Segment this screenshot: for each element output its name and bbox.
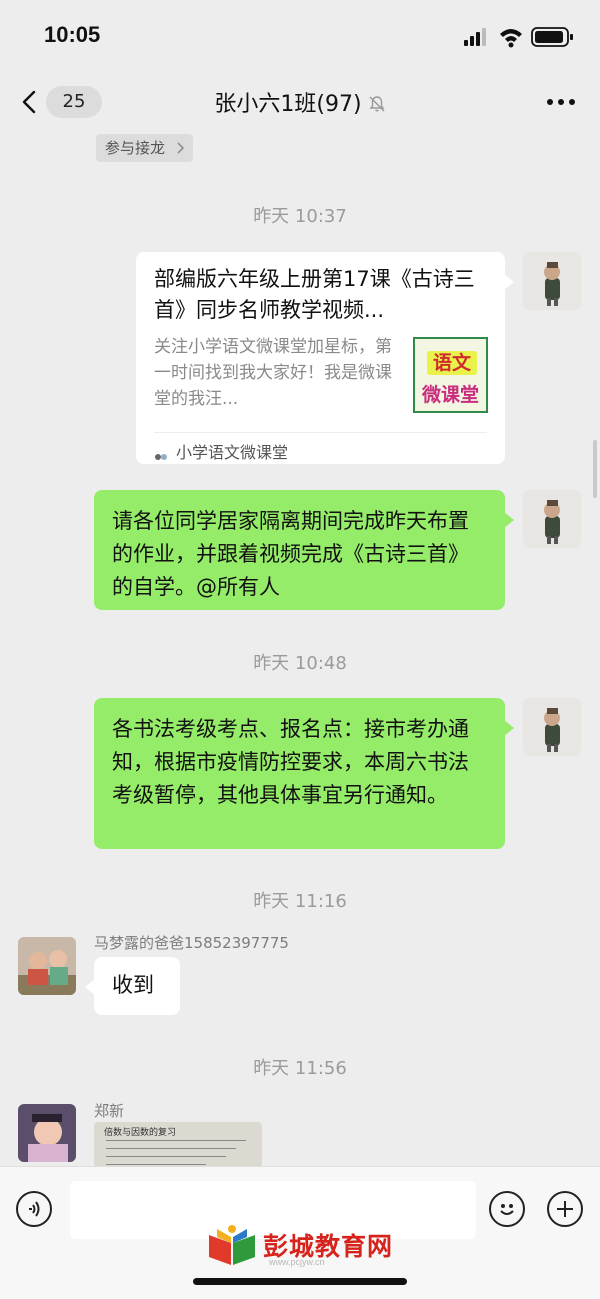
chevron-left-icon [22,90,36,114]
wifi-icon [500,29,522,48]
message-bubble[interactable]: 请各位同学居家隔离期间完成昨天布置的作业，并跟着视频完成《古诗三首》的自学。@所… [94,490,514,610]
status-time: 10:05 [44,22,101,47]
unread-count-badge: 25 [46,86,102,118]
home-indicator[interactable] [193,1278,407,1285]
battery-icon [531,27,573,47]
status-icons [464,26,574,48]
message-bubble[interactable]: 各书法考级考点、报名点：接市考办通知，根据市疫情防控要求，本周六书法考级暂停，其… [94,698,514,849]
avatar-member[interactable] [18,1104,76,1162]
image-message[interactable]: 倍数与因数的复习 [94,1122,262,1168]
more-icon[interactable] [546,98,576,106]
emoji-button[interactable] [489,1191,525,1227]
voice-button[interactable] [16,1191,52,1227]
watermark-logo-icon [209,1225,255,1265]
avatar-self[interactable] [523,490,581,548]
signal-icon [464,28,486,46]
source-icon [154,441,168,460]
message-text: 各书法考级考点、报名点：接市考办通知，根据市疫情防控要求，本周六书法考级暂停，其… [112,717,469,807]
link-card-divider [154,432,487,433]
link-card-thumbnail: 六年级上册 语文 微课堂 [413,337,488,413]
avatar-self[interactable] [523,252,581,310]
avatar-member[interactable] [18,937,76,995]
sender-name: 马梦露的爸爸15852397775 [94,934,289,952]
timestamp: 昨天 10:48 [253,653,347,674]
emoji-icon [500,1204,514,1215]
image-text: 倍数与因数的复习 [104,1128,177,1138]
add-button[interactable] [547,1191,583,1227]
back-button[interactable]: 25 [18,84,102,120]
message-text: 收到 [112,973,154,997]
chat-title-text: 张小六1班(97) [214,92,362,117]
timestamp: 昨天 11:56 [253,1058,347,1079]
link-card-source: 小学语文微课堂 [176,443,289,462]
mute-bell-icon [369,96,385,112]
timestamp: 昨天 11:16 [253,891,347,912]
voice-icon [29,1201,40,1217]
solitaire-join-button[interactable]: 参与接龙 [96,134,194,162]
sender-name: 郑新 [94,1102,125,1120]
chevron-right-icon [177,142,185,154]
timestamp: 昨天 10:37 [253,206,347,227]
message-text: 请各位同学居家隔离期间完成昨天布置的作业，并跟着视频完成《古诗三首》的自学。@所… [112,509,469,599]
plus-icon [557,1201,573,1217]
watermark: 彭城教育网 www.pcjyw.cn [205,1221,405,1269]
thumbnail-line-2: 微课堂 [421,384,479,406]
status-bar: 10:05 [0,0,600,70]
link-card-title: 部编版六年级上册第17课《古诗三首》同步名师教学视频... [154,267,475,322]
chat-header: 25 张小六1班(97) [0,70,600,132]
solitaire-label: 参与接龙 [105,139,166,157]
avatar-self[interactable] [523,698,581,756]
watermark-url: www.pcjyw.cn [269,1257,325,1267]
thumbnail-line-1: 语文 [427,351,477,375]
link-card[interactable]: 部编版六年级上册第17课《古诗三首》同步名师教学视频... 关注小学语文微课堂加… [136,252,514,464]
input-bar: 彭城教育网 www.pcjyw.cn [0,1166,600,1299]
scrollbar[interactable] [593,440,597,498]
message-bubble[interactable]: 收到 [85,957,180,1015]
link-card-description: 关注小学语文微课堂加星标，第一时间找到我大家好！我是微课堂的我汪... [154,337,392,409]
chat-title: 张小六1班(97) [150,86,450,118]
